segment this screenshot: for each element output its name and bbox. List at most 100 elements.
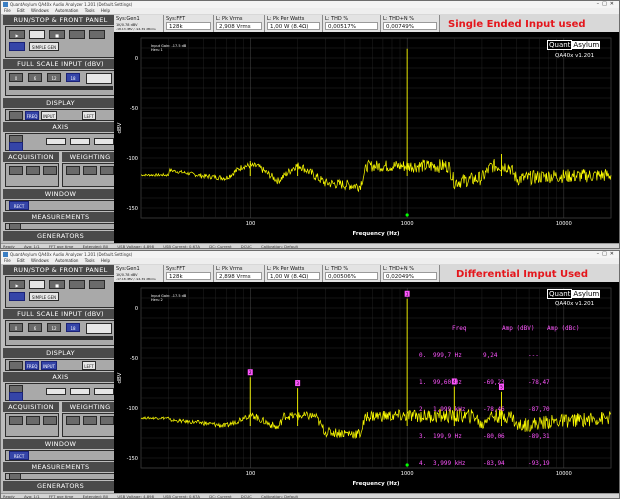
input-button[interactable]: INPUT [41,361,57,370]
freq-button[interactable]: FREQ [25,111,39,120]
range-auto-button[interactable] [86,323,112,334]
run-mode-button[interactable] [9,42,25,51]
menu-automation[interactable]: Automation [55,258,78,263]
settings-button[interactable] [89,30,105,39]
weight-button-3[interactable] [100,416,114,425]
measure-button[interactable] [9,223,21,230]
axis-scale-button[interactable] [9,142,23,151]
range-6-button[interactable]: 6 [28,73,42,82]
stop-button[interactable]: ■ [49,30,65,39]
weight-button-3[interactable] [100,166,114,175]
axis-option-button-2[interactable] [70,388,90,395]
axis-option-button-3[interactable] [94,388,114,395]
measurements-box [5,473,116,480]
menu-windows[interactable]: Windows [31,258,49,263]
window-controls[interactable]: –□✕ [597,251,617,258]
meter-thd[interactable]: L: THD % 0,00517% [323,15,381,32]
harmonic-amp-dbv: -78,46 [483,406,505,413]
weight-button-1[interactable] [66,166,80,175]
range-6-button[interactable]: 6 [28,323,42,332]
status-bar: Ready Avg: 1/1 FFT ave time Extended: B0… [1,493,619,499]
rect-window-button[interactable]: RECT [9,451,29,460]
display-icon-button[interactable] [9,361,23,370]
simple-gen-button[interactable]: SIMPLE GEN [29,42,59,51]
run-button[interactable]: ▶ [9,30,25,39]
range-18-button[interactable]: 18 [66,73,80,82]
acq-button-1[interactable] [9,416,23,425]
menu-edit[interactable]: Edit [17,8,25,13]
menu-file[interactable]: File [4,258,11,263]
display-box: FREQ INPUT LEFT [5,109,116,121]
range-0-button[interactable]: 0 [9,323,23,332]
range-0-button[interactable]: 0 [9,73,23,82]
harmonic-freq: 3,999 kHz [433,460,466,467]
menu-automation[interactable]: Automation [55,8,78,13]
window-controls[interactable]: –□✕ [597,1,617,8]
section-full-scale-input: FULL SCALE INPUT (dBV) [3,59,118,69]
measure-button[interactable] [9,473,21,480]
weight-button-2[interactable] [83,166,97,175]
rect-window-button[interactable]: RECT [9,201,29,210]
meter-sys-gen1[interactable]: Sys:Gen1 1K/0.78 dBV -18.13 dBV / -94.39… [114,15,164,32]
weighting-box [62,413,116,437]
weight-button-1[interactable] [66,416,80,425]
acq-button-2[interactable] [26,416,40,425]
record-button[interactable] [69,30,85,39]
axis-option-button-1[interactable] [46,388,66,395]
status-dc-current: DC: Current [209,494,232,499]
axis-option-button-1[interactable] [46,138,66,145]
settings-button[interactable] [89,280,105,289]
logo-version: QA40x v1.201 [555,53,595,59]
input-button[interactable]: INPUT [41,111,57,120]
axis-scale-button[interactable] [9,392,23,401]
stop-button[interactable]: ■ [49,280,65,289]
display-icon-button[interactable] [9,111,23,120]
menu-edit[interactable]: Edit [17,258,25,263]
menu-tools[interactable]: Tools [85,8,95,13]
harmonic-amp-dbc: -78,47 [528,379,550,386]
meter-sys-gen1[interactable]: Sys:Gen1 1K/0.78 dBV -17.18 dBV / -94.39… [114,265,164,282]
left-button[interactable]: LEFT [82,361,96,370]
run-button[interactable]: ▶ [9,280,25,289]
section-axis: AXIS [3,122,118,132]
control-panel: RUN/STOP & FRONT PANEL ▶ ■ SIMPLE GEN FU… [1,264,120,493]
section-weighting: WEIGHTING [62,402,118,412]
acq-button-3[interactable] [43,416,57,425]
meter-pk-vrms[interactable]: L: Pk Vrms 2,898 Vrms [214,265,265,282]
acq-button-2[interactable] [26,166,40,175]
meter-pk-per-watts[interactable]: L: Pk Per Watts 1,00 W (8.4Ω) [265,15,323,32]
meter-thd[interactable]: L: THD % 0,00506% [323,265,381,282]
range-12-button[interactable]: 12 [47,73,61,82]
menu-file[interactable]: File [4,8,11,13]
front-panel-button[interactable] [29,280,45,289]
menu-windows[interactable]: Windows [31,8,49,13]
weight-button-2[interactable] [83,416,97,425]
meter-pk-per-watts[interactable]: L: Pk Per Watts 1,00 W (8.4Ω) [265,265,323,282]
record-button[interactable] [69,280,85,289]
meter-sys-fft[interactable]: Sys:FFT 128k [164,265,214,282]
meter-sys-fft[interactable]: Sys:FFT 128k [164,15,214,32]
menu-tools[interactable]: Tools [85,258,95,263]
menu-help[interactable]: Help [101,258,110,263]
axis-option-button-2[interactable] [70,138,90,145]
simple-gen-button[interactable]: SIMPLE GEN [29,292,59,301]
front-panel-button[interactable] [29,30,45,39]
meter-thd-n[interactable]: L: THD+N % 0,02049% [381,265,440,282]
run-mode-button[interactable] [9,292,25,301]
status-calibration: Calibration: Default [261,494,299,499]
range-12-button[interactable]: 12 [47,323,61,332]
title-bar: QuantAsylum QA40x Audio Analyzer 1.201 (… [1,251,619,258]
menu-help[interactable]: Help [101,8,110,13]
freq-button[interactable]: FREQ [25,361,39,370]
acq-button-3[interactable] [43,166,57,175]
plot-header: Input Gain: -17.5 dB Heru 1 [151,44,187,52]
acq-button-1[interactable] [9,166,23,175]
meter-pk-vrms[interactable]: L: Pk Vrms 2,908 Vrms [214,15,265,32]
range-auto-button[interactable] [86,73,112,84]
range-18-button[interactable]: 18 [66,323,80,332]
meter-thd-n[interactable]: L: THD+N % 0,00749% [381,15,440,32]
left-button[interactable]: LEFT [82,111,96,120]
harmonic-amp-dbv: -80,06 [483,433,505,440]
fundamental-marker [405,213,409,217]
axis-option-button-3[interactable] [94,138,114,145]
